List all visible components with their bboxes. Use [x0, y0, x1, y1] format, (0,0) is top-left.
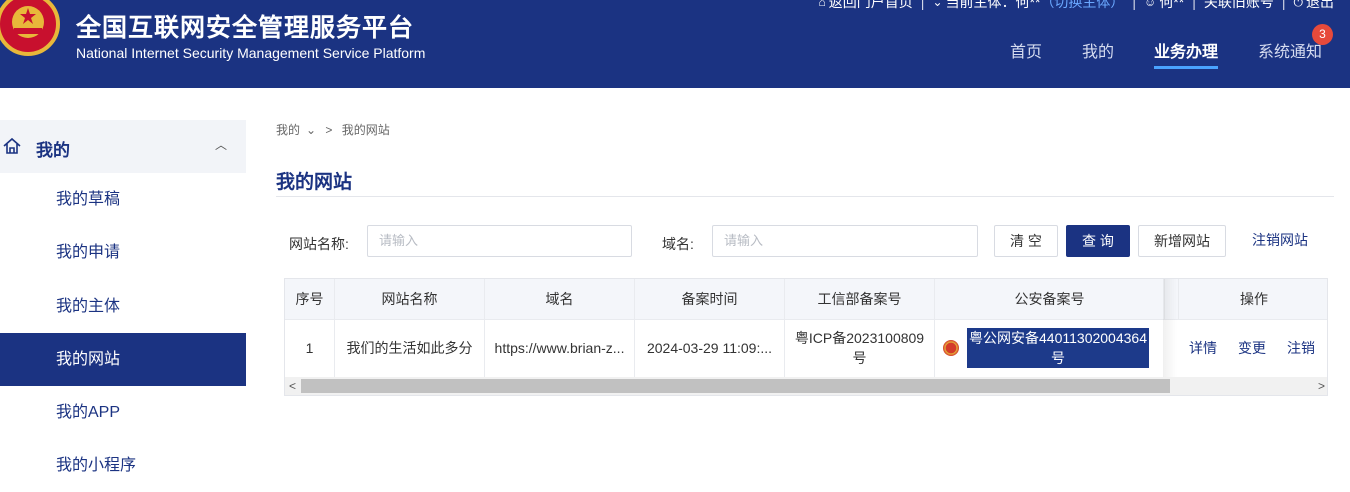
divider: |	[1192, 0, 1196, 10]
cell-miit-number: 粤ICP备2023100809 号	[785, 319, 935, 377]
sidebar-item-subjects[interactable]: 我的主体	[0, 280, 246, 333]
horizontal-scrollbar[interactable]: < >	[285, 377, 1327, 395]
column-header-miit-number: 工信部备案号	[785, 279, 935, 319]
sidebar-item-drafts[interactable]: 我的草稿	[0, 173, 246, 226]
home-icon: ⌂	[818, 0, 826, 9]
sidebar-group-label: 我的	[36, 141, 70, 160]
switch-subject-link[interactable]: （切换主体）	[1040, 0, 1124, 12]
notification-badge: 3	[1312, 24, 1333, 45]
site-name-input[interactable]: 请输入	[367, 225, 632, 257]
breadcrumb-separator: >	[325, 123, 333, 137]
site-title-en: National Internet Security Management Se…	[76, 45, 426, 61]
fixed-column-shadow	[1163, 279, 1177, 377]
domain-input[interactable]: 请输入	[712, 225, 978, 257]
chevron-down-icon: ⌄	[306, 123, 317, 137]
divider: |	[1281, 0, 1286, 10]
site-name-label: 网站名称:	[289, 236, 349, 252]
sidebar-item-mini-programs[interactable]: 我的小程序	[0, 439, 246, 492]
divider	[276, 196, 1334, 197]
police-number-line2: 号	[1051, 350, 1065, 366]
nav-home[interactable]: 首页	[1010, 38, 1082, 69]
miit-number-line2: 号	[852, 350, 867, 366]
website-table: 序号 网站名称 域名 备案时间 工信部备案号 公安备案号 操作 1 我们的生活如…	[284, 278, 1328, 396]
add-website-button[interactable]: 新增网站	[1138, 225, 1226, 257]
national-emblem-icon	[0, 0, 60, 56]
cell-index: 1	[285, 319, 335, 377]
user-icon: ☺	[1144, 0, 1157, 9]
scroll-right-icon[interactable]: >	[1318, 377, 1325, 395]
sidebar-item-websites[interactable]: 我的网站	[0, 333, 246, 386]
cell-police-number: 粤公网安备44011302004364 号	[935, 319, 1165, 377]
column-header-police-number: 公安备案号	[935, 279, 1165, 319]
breadcrumb-level2: 我的网站	[341, 123, 390, 137]
current-subject-value: 何**	[1015, 0, 1041, 10]
home-icon	[3, 137, 21, 154]
cell-record-time: 2024-03-29 11:09:...	[635, 319, 785, 377]
sidebar-item-applications[interactable]: 我的申请	[0, 226, 246, 279]
column-header-actions: 操作	[1179, 279, 1327, 319]
page-title: 我的网站	[276, 172, 353, 193]
deregister-link[interactable]: 注销	[1287, 319, 1315, 377]
back-home-link[interactable]: 返回门户首页	[829, 0, 913, 12]
main-nav: 首页 我的 业务办理 系统通知	[1010, 38, 1338, 69]
top-header: 全国互联网安全管理服务平台 National Internet Security…	[0, 0, 1350, 88]
domain-label: 域名:	[662, 236, 694, 252]
power-icon: ⏻	[1293, 0, 1304, 9]
chevron-down-icon: ⌄	[932, 0, 943, 9]
nav-mine[interactable]: 我的	[1082, 38, 1154, 69]
police-badge-icon	[943, 340, 959, 356]
chevron-up-icon[interactable]: ︿	[215, 136, 227, 153]
scroll-left-icon[interactable]: <	[289, 377, 296, 395]
change-link[interactable]: 变更	[1238, 319, 1266, 377]
clear-button[interactable]: 清 空	[994, 225, 1058, 257]
logout-link[interactable]: 退出	[1306, 0, 1334, 12]
column-header-record-time: 备案时间	[635, 279, 785, 319]
divider: |	[920, 0, 925, 10]
current-subject-label: 当前主体：	[945, 0, 1016, 10]
cancel-website-link[interactable]: 注销网站	[1240, 225, 1320, 257]
divider: |	[1132, 0, 1137, 10]
scrollbar-thumb[interactable]	[301, 379, 1170, 393]
cell-site-name: 我们的生活如此多分	[335, 319, 485, 377]
column-header-site-name: 网站名称	[335, 279, 485, 319]
user-name[interactable]: 何**	[1159, 0, 1184, 12]
breadcrumb: 我的 ⌄ > 我的网站	[276, 121, 396, 138]
top-utility-bar: ⌂ 返回门户首页 | ⌄ 当前主体： 何** （切换主体） | ☺ 何** | …	[819, 0, 1334, 11]
police-number-text: 粤公网安备44011302004364 号	[967, 328, 1149, 368]
site-title-cn: 全国互联网安全管理服务平台	[76, 14, 415, 42]
police-number-line1: 粤公网安备44011302004364	[969, 330, 1147, 346]
sidebar-group-mine[interactable]: 我的 ︿	[0, 120, 246, 173]
column-header-domain: 域名	[485, 279, 635, 319]
detail-link[interactable]: 详情	[1189, 319, 1217, 377]
column-header-index: 序号	[285, 279, 335, 319]
breadcrumb-level1[interactable]: 我的	[276, 123, 300, 137]
sidebar-item-apps[interactable]: 我的APP	[0, 386, 246, 439]
query-button[interactable]: 查 询	[1066, 225, 1130, 257]
cell-domain: https://www.brian-z...	[485, 319, 635, 377]
miit-number-line1: 粤ICP备2023100809	[794, 330, 925, 346]
link-old-account-link[interactable]: 关联旧账号	[1204, 0, 1274, 12]
nav-business[interactable]: 业务办理	[1154, 38, 1258, 69]
